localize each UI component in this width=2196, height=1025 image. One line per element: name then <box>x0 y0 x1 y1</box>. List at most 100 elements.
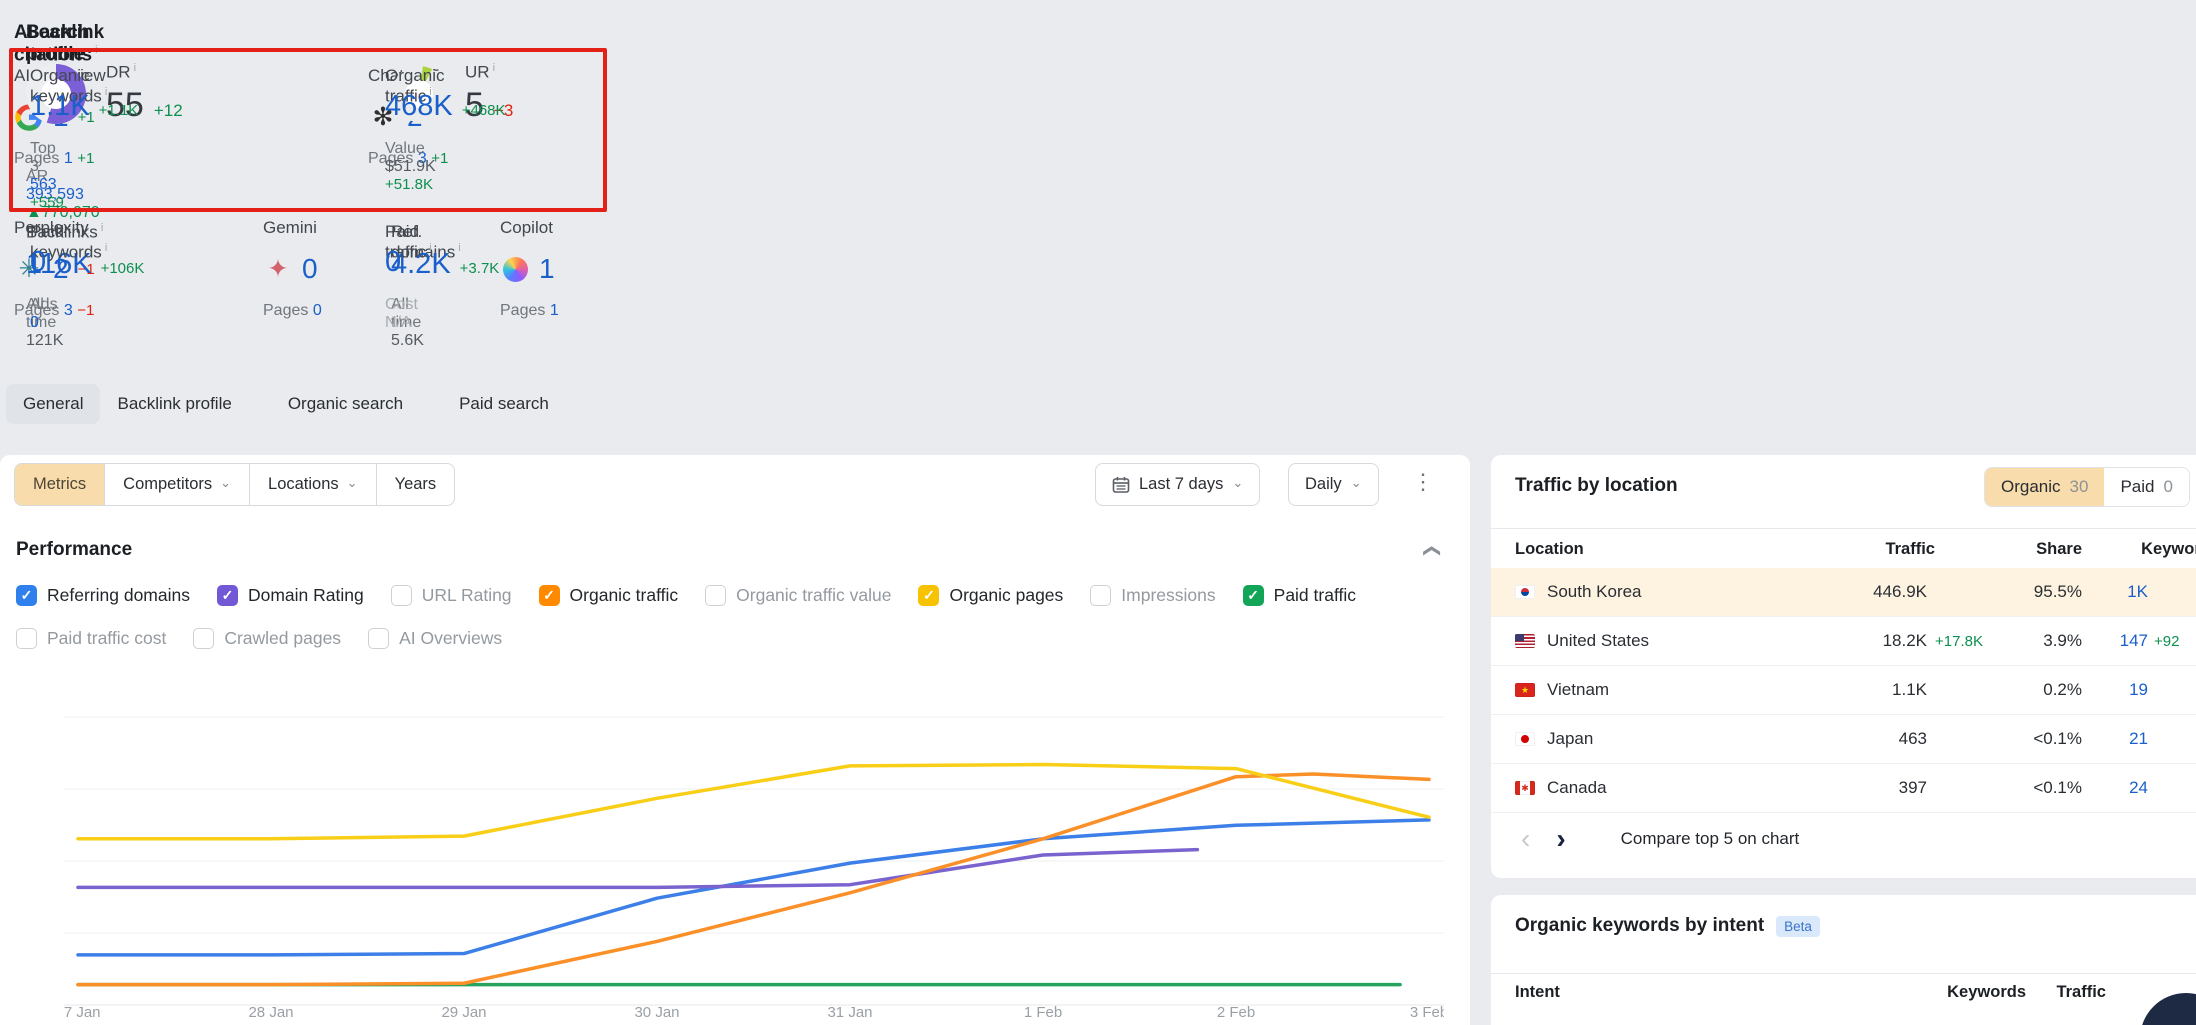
column-keywords[interactable]: Keywords <box>2090 540 2196 559</box>
filter-years-button[interactable]: Years <box>376 464 455 505</box>
ai-item-name: Copilot <box>500 218 710 238</box>
top3-label: Top 3 <box>30 140 56 175</box>
column-traffic[interactable]: Traffic <box>1845 540 1995 559</box>
previous-page-icon[interactable]: ‹ <box>1521 825 1530 853</box>
organic-count: 30 <box>2070 477 2089 497</box>
top3-value[interactable]: 563 <box>30 176 57 193</box>
organic-keywords-value[interactable]: 1.1K <box>30 90 90 123</box>
compare-top5-link[interactable]: Compare top 5 on chart <box>1621 829 1800 849</box>
ads-label: Ads <box>30 296 58 313</box>
pages-value[interactable]: 1 <box>550 302 559 319</box>
checkbox-organic-traffic[interactable]: ✓ Organic traffic <box>539 585 679 606</box>
next-page-icon[interactable]: › <box>1556 825 1565 853</box>
ai-item-value[interactable]: 1 <box>539 253 555 285</box>
divider <box>1491 973 2196 974</box>
checkbox-icon: ✓ <box>1243 585 1264 606</box>
beta-badge: Beta <box>1776 916 1820 937</box>
filter-segmented-control: Metrics Competitors⌄ Locations⌄ Years <box>14 463 455 506</box>
copilot-icon <box>500 254 530 284</box>
date-range-button[interactable]: Last 7 days ⌄ <box>1095 463 1260 506</box>
checkbox-domain-rating[interactable]: ✓ Domain Rating <box>217 585 364 606</box>
location-table-header: Location Traffic Share Keywords <box>1491 530 2196 568</box>
divider <box>1491 528 2196 529</box>
metric-checkbox-row-1: ✓ Referring domains ✓ Domain Rating URL … <box>16 585 1356 606</box>
column-location[interactable]: Location <box>1515 540 1845 559</box>
performance-card: Metrics Competitors⌄ Locations⌄ Years La… <box>0 455 1470 1025</box>
table-row-united-states[interactable]: United States 18.2K+17.8K 3.9% 147+92 <box>1491 617 2196 666</box>
pages-value[interactable]: 0 <box>313 302 322 319</box>
chart-x-tick-label: 2 Feb <box>1217 1004 1255 1020</box>
alltime-value: 121K <box>26 332 63 349</box>
checkbox-crawled-pages[interactable]: Crawled pages <box>193 628 341 649</box>
ads-value[interactable]: 0 <box>30 314 39 331</box>
south-korea-flag-icon <box>1515 585 1535 599</box>
location-table-body: South Korea 446.9K 95.5% 1K United State… <box>1491 568 2196 813</box>
backlinks-delta: +106K <box>101 260 145 277</box>
chart-x-tick-label: 31 Jan <box>827 1004 872 1020</box>
tab-general[interactable]: General <box>6 384 100 424</box>
info-icon[interactable]: i <box>493 62 495 74</box>
ai-item-value[interactable]: 0 <box>302 253 318 285</box>
filter-metrics-button[interactable]: Metrics <box>15 464 104 505</box>
tab-backlink-profile[interactable]: Backlink profile <box>117 384 231 424</box>
collapse-chevron-icon[interactable]: ❯ <box>1421 544 1441 558</box>
pages-delta: −1 <box>77 302 94 319</box>
date-range-label: Last 7 days <box>1139 475 1223 494</box>
table-row-vietnam[interactable]: ★Vietnam 1.1K 0.2% 19 <box>1491 666 2196 715</box>
tab-paid-search[interactable]: Paid search <box>459 384 549 424</box>
keywords-by-intent-title: Organic keywords by intent <box>1515 915 1764 937</box>
checkbox-url-rating[interactable]: URL Rating <box>391 585 512 606</box>
tab-organic-search[interactable]: Organic search <box>288 384 403 424</box>
toggle-paid[interactable]: Paid 0 <box>2104 468 2189 506</box>
table-row-south-korea[interactable]: South Korea 446.9K 95.5% 1K <box>1491 568 2196 617</box>
checkbox-icon: ✓ <box>217 585 238 606</box>
pages-label: Pages <box>500 302 545 319</box>
calendar-icon <box>1112 476 1130 494</box>
filter-locations-button[interactable]: Locations⌄ <box>249 464 376 505</box>
paid-traffic-value[interactable]: 0 <box>385 246 401 279</box>
paid-count: 0 <box>2163 477 2172 497</box>
checkbox-icon <box>391 585 412 606</box>
japan-flag-icon <box>1515 732 1535 746</box>
search-title: Search <box>26 22 89 44</box>
checkbox-icon <box>1090 585 1111 606</box>
performance-chart: 27 Jan28 Jan29 Jan30 Jan31 Jan1 Feb2 Feb… <box>64 690 1444 1020</box>
checkbox-icon: ✓ <box>539 585 560 606</box>
pages-value[interactable]: 3 <box>64 302 73 319</box>
table-row-japan[interactable]: Japan 463 <0.1% 21 <box>1491 715 2196 764</box>
chevron-down-icon: ⌄ <box>1232 476 1243 489</box>
organic-traffic-value[interactable]: 468K <box>385 90 453 123</box>
pages-label: Pages <box>263 302 308 319</box>
checkbox-icon <box>705 585 726 606</box>
united-states-flag-icon <box>1515 634 1535 648</box>
info-icon[interactable]: i <box>429 242 431 254</box>
intent-table-header: Intent Keywords Traffic <box>1491 983 2196 1002</box>
checkbox-paid-traffic-cost[interactable]: Paid traffic cost <box>16 628 166 649</box>
filter-competitors-button[interactable]: Competitors⌄ <box>104 464 249 505</box>
keywords-by-intent-card: Organic keywords by intent Beta Intent K… <box>1491 895 2196 1025</box>
info-icon[interactable]: i <box>134 62 136 74</box>
checkbox-organic-traffic-value[interactable]: Organic traffic value <box>705 585 891 606</box>
chart-x-tick-label: 28 Jan <box>248 1004 293 1020</box>
chevron-down-icon: ⌄ <box>1351 476 1362 489</box>
checkbox-referring-domains[interactable]: ✓ Referring domains <box>16 585 190 606</box>
section-tabs: General Backlink profile Organic search … <box>6 384 549 424</box>
checkbox-icon <box>16 628 37 649</box>
paid-keywords-value[interactable]: 0 <box>30 246 46 279</box>
checkbox-ai-overviews[interactable]: AI Overviews <box>368 628 502 649</box>
organic-traffic-delta: +468K <box>462 102 506 119</box>
granularity-button[interactable]: Daily ⌄ <box>1288 463 1379 506</box>
ur-label: UR <box>465 62 490 81</box>
checkbox-paid-traffic[interactable]: ✓ Paid traffic <box>1243 585 1356 606</box>
table-row-canada[interactable]: ✱Canada 397 <0.1% 24 <box>1491 764 2196 813</box>
more-options-kebab-icon[interactable]: ⋮ <box>1412 469 1434 495</box>
toggle-organic[interactable]: Organic 30 <box>1985 468 2104 506</box>
performance-title: Performance <box>16 539 132 561</box>
checkbox-icon: ✓ <box>918 585 939 606</box>
cost-value: N/A <box>385 314 412 331</box>
checkbox-organic-pages[interactable]: ✓ Organic pages <box>918 585 1063 606</box>
pages-value[interactable]: 1 <box>64 150 73 167</box>
checkbox-impressions[interactable]: Impressions <box>1090 585 1215 606</box>
column-share[interactable]: Share <box>1995 540 2090 559</box>
info-icon[interactable]: i <box>105 242 107 254</box>
